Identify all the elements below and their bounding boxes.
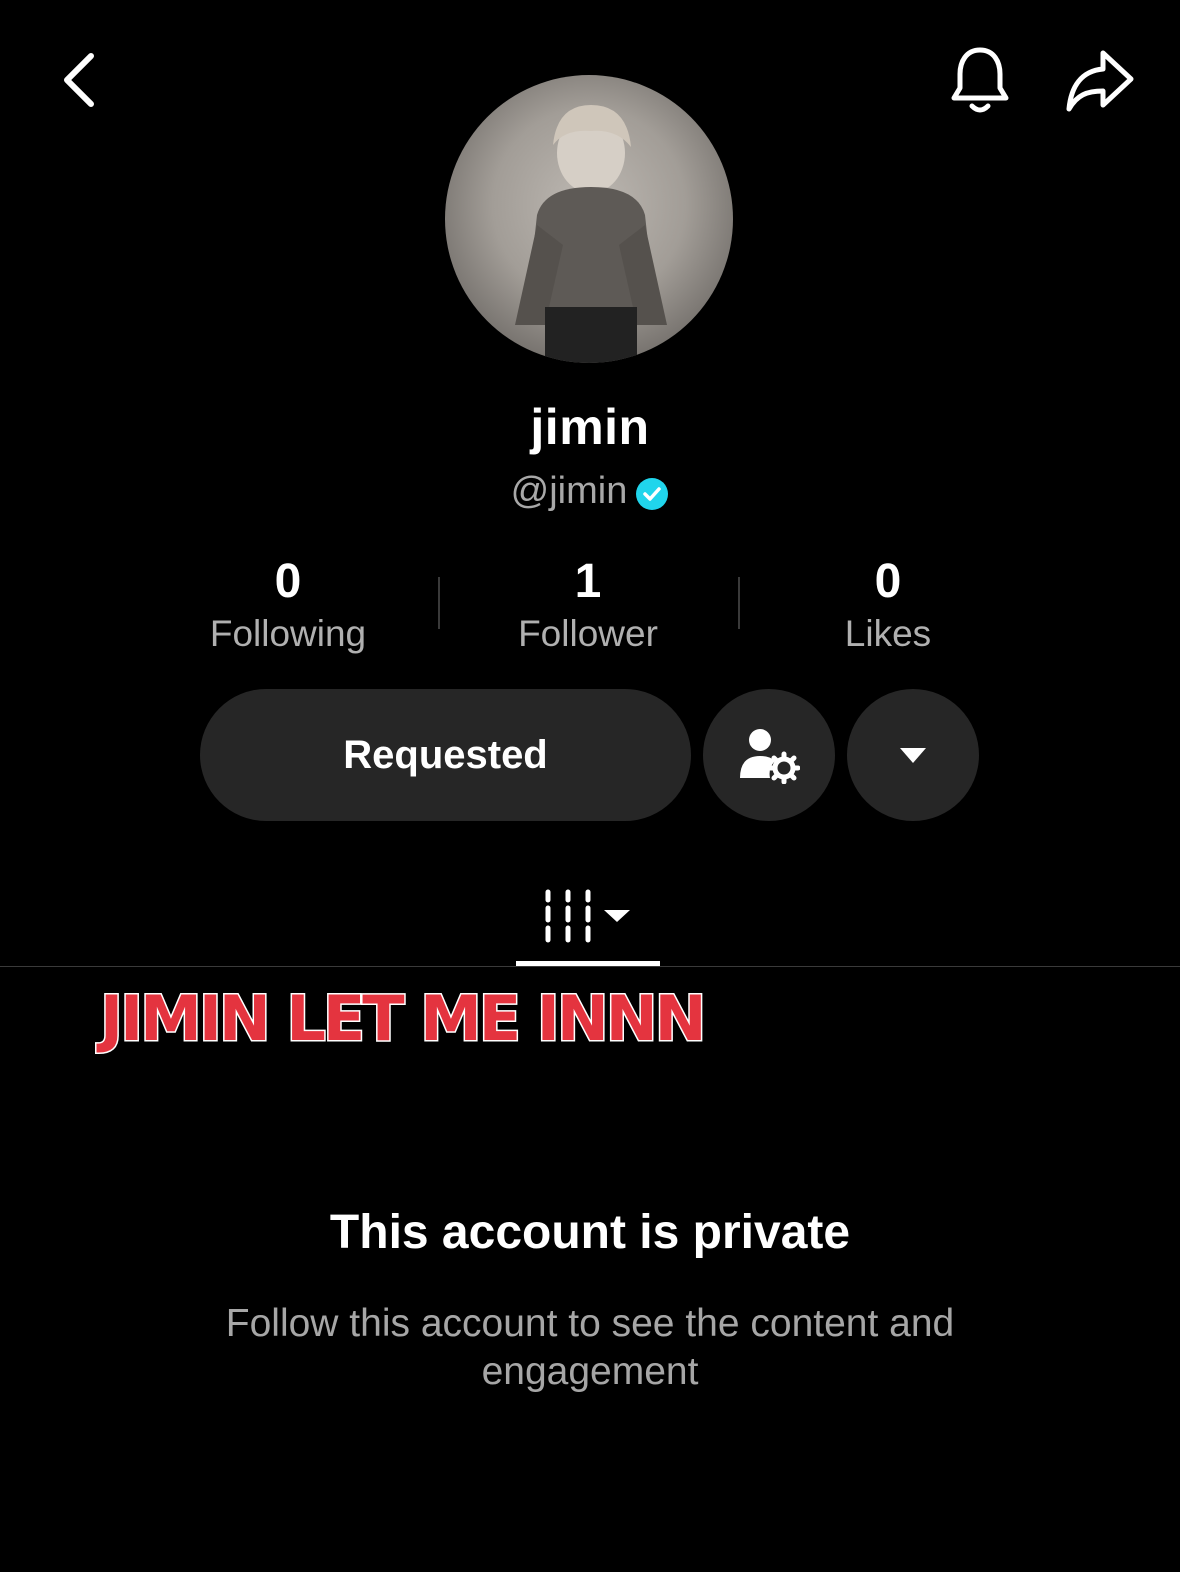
more-options-button[interactable] <box>847 689 979 821</box>
notification-bell-button[interactable] <box>942 40 1018 120</box>
tab-videos[interactable] <box>516 870 660 962</box>
verified-badge-icon <box>636 477 669 510</box>
share-button[interactable] <box>1058 40 1142 120</box>
follower-count: 1 <box>574 555 602 608</box>
follower-label: Follower <box>518 613 658 654</box>
avatar[interactable] <box>445 75 733 363</box>
private-account-title: This account is private <box>329 1206 851 1259</box>
display-name: jimin <box>530 399 650 455</box>
private-account-description: Follow this account to see the content a… <box>225 1302 955 1393</box>
following-count: 0 <box>274 555 302 608</box>
handle-row: @jimin <box>0 470 1180 513</box>
back-button[interactable] <box>44 45 114 115</box>
username-handle: @jimin <box>510 470 628 512</box>
requested-button[interactable]: Requested <box>200 689 691 821</box>
grid-bars-icon <box>545 889 630 943</box>
tab-divider <box>0 966 1180 967</box>
follower-stat[interactable]: 1 Follower <box>458 552 718 656</box>
likes-count: 0 <box>874 555 902 608</box>
following-stat[interactable]: 0 Following <box>158 552 418 656</box>
suggested-accounts-button[interactable] <box>703 689 835 821</box>
overlay-caption: JIMIN LET ME INNN <box>98 981 707 1057</box>
profile-photo <box>515 105 667 363</box>
likes-label: Likes <box>844 613 932 654</box>
bell-icon <box>951 47 1009 113</box>
person-gear-icon <box>740 729 800 784</box>
likes-stat[interactable]: 0 Likes <box>758 552 1018 656</box>
stat-divider <box>738 577 740 629</box>
following-label: Following <box>209 613 367 654</box>
caret-down-icon <box>900 748 926 763</box>
chevron-left-icon <box>64 53 94 107</box>
share-icon <box>1066 50 1134 112</box>
stat-divider <box>438 577 440 629</box>
